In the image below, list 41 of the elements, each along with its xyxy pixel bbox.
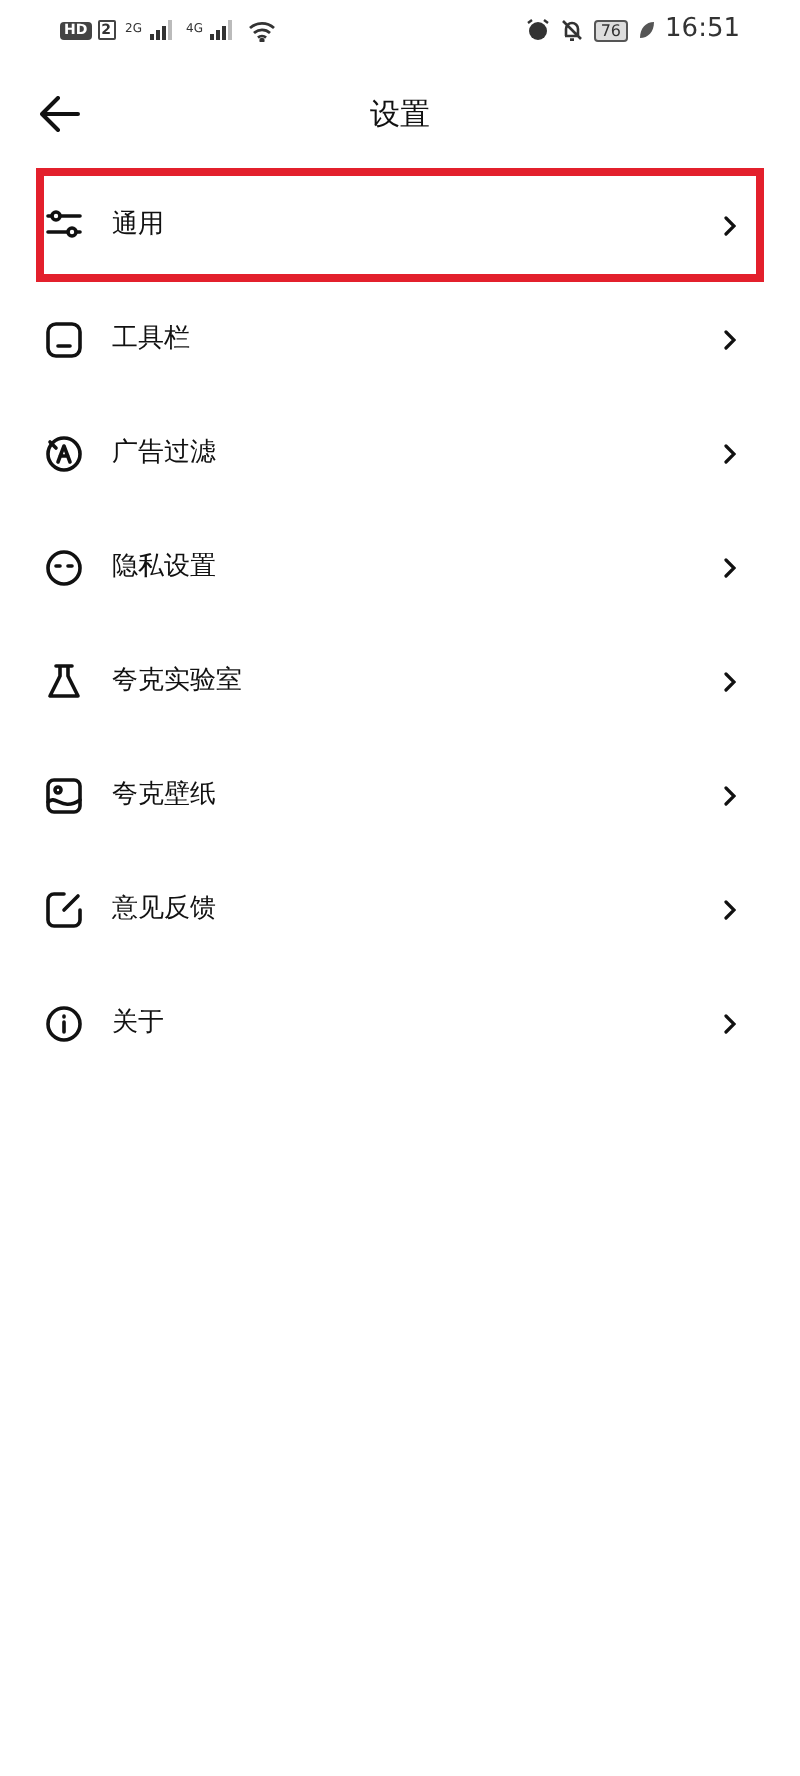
clock-time: 16:51 [665,12,740,49]
face-icon [44,547,84,587]
item-label: 意见反馈 [112,891,218,928]
chevron-icon [724,215,736,235]
chevron-icon [724,443,736,463]
chevron-icon [724,1013,736,1033]
item-label: 工具栏 [112,321,192,358]
chevron-icon [724,899,736,919]
chevron-icon [724,671,736,691]
settings-item[interactable]: 意见反馈 [36,852,764,966]
settings-item[interactable]: 夸克壁纸 [36,738,764,852]
alarm-icon [526,18,551,42]
muted-bell-icon [560,18,585,42]
flask-icon [44,661,84,701]
settings-item[interactable]: 广告过滤 [36,396,764,510]
back-icon[interactable] [40,96,80,132]
item-label: 夸克壁纸 [112,777,218,814]
item-label: 通用 [112,207,166,244]
toolbar-icon [44,319,84,359]
wifi-icon [248,19,277,41]
page-title: 设置 [370,93,430,136]
signal-icon [148,20,177,40]
chevron-icon [724,557,736,577]
item-label: 隐私设置 [112,549,218,586]
info-icon [44,1003,84,1043]
chevron-icon [724,329,736,349]
item-label: 夸克实验室 [112,663,244,700]
battery-icon: 76 [594,19,628,41]
item-label: 广告过滤 [112,435,218,472]
item-label: 关于 [112,1005,166,1042]
ad-block-icon [44,433,84,473]
image-icon [44,775,84,815]
settings-item[interactable]: 通用 [36,168,764,282]
chevron-icon [724,785,736,805]
settings-item[interactable]: 关于 [36,966,764,1080]
settings-item[interactable]: 工具栏 [36,282,764,396]
signal-icon [208,20,237,40]
settings-item[interactable]: 隐私设置 [36,510,764,624]
leaf-icon [637,20,656,40]
edit-icon [44,889,84,929]
settings-item[interactable]: 夸克实验室 [36,624,764,738]
